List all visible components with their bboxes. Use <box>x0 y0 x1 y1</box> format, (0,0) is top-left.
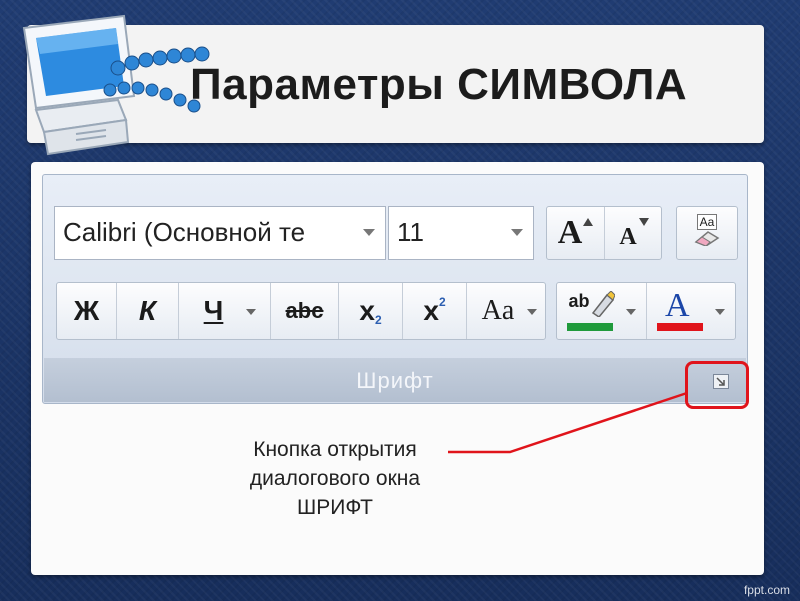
watermark: fppt.com <box>743 583 790 597</box>
callout-line-3: ШРИФТ <box>297 496 373 519</box>
callout-line-1: Кнопка открытия <box>253 438 417 461</box>
callout-text: Кнопка открытия диалогового окна ШРИФТ <box>200 435 470 522</box>
callout-line-2: диалогового окна <box>249 467 421 490</box>
